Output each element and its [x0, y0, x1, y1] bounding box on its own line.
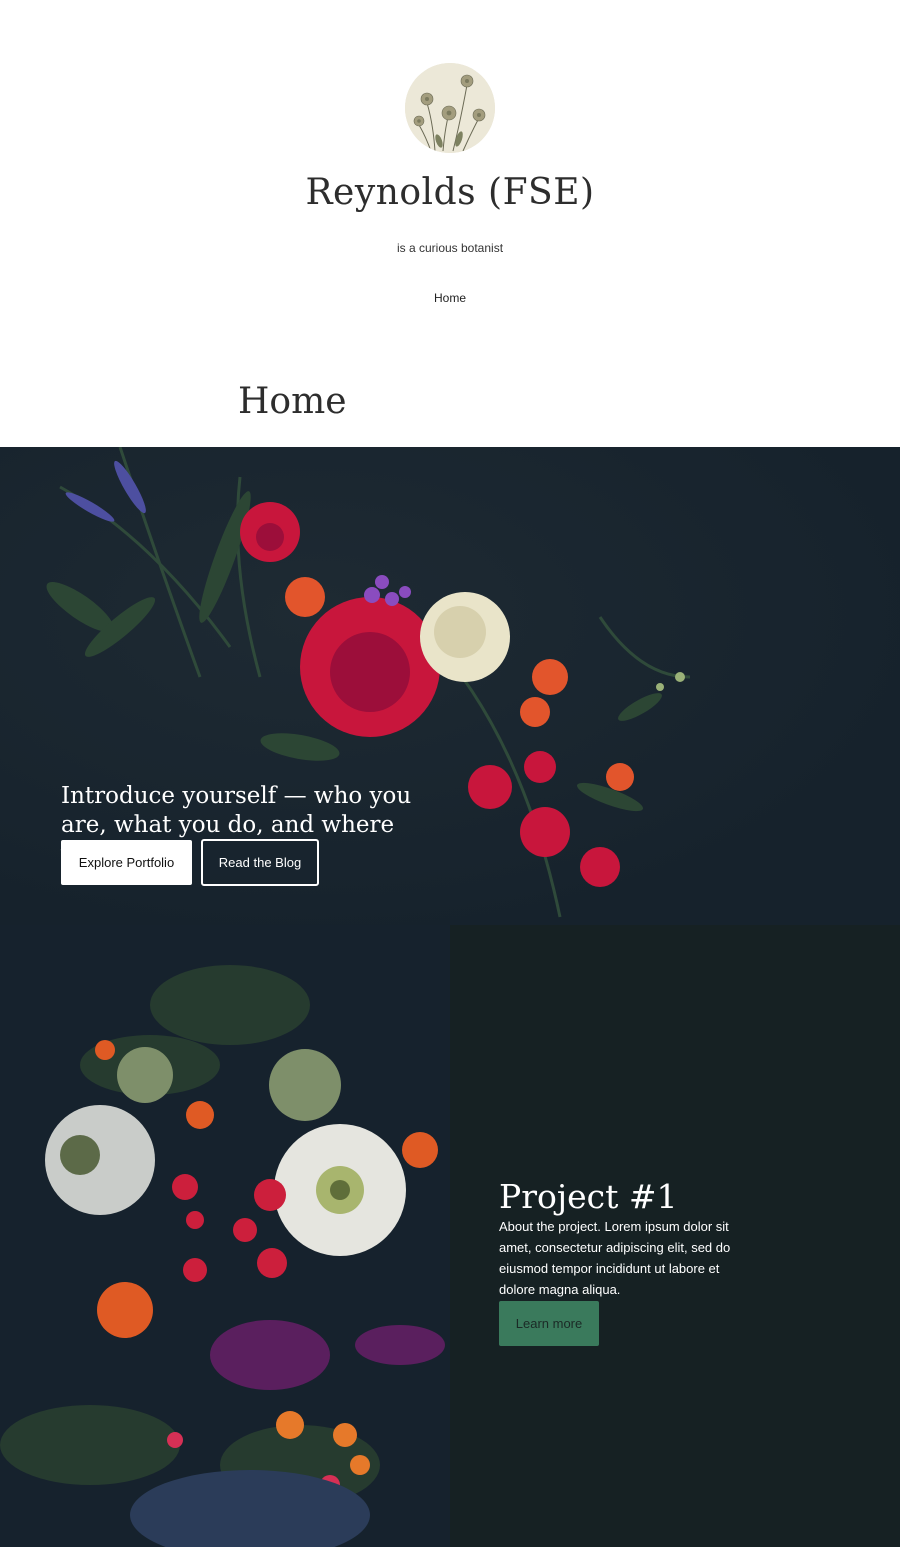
nav-item-home[interactable]: Home [420, 291, 480, 305]
site-header: Reynolds (FSE) is a curious botanist Hom… [0, 0, 900, 447]
project-description: About the project. Lorem ipsum dolor sit… [499, 1219, 731, 1297]
project-section: Project #1 About the project. Lorem ipsu… [0, 925, 900, 1547]
site-tagline: is a curious botanist [396, 241, 504, 255]
hero-cover: Introduce yourself — who you are, what y… [0, 447, 900, 925]
learn-more-button[interactable]: Learn more [499, 1301, 599, 1346]
explore-portfolio-button[interactable]: Explore Portfolio [61, 840, 192, 885]
page-title: Home [238, 381, 347, 422]
project-content-panel: Project #1 About the project. Lorem ipsu… [450, 925, 900, 1547]
flowers-sketch-logo-icon[interactable] [405, 63, 495, 153]
site-title[interactable]: Reynolds (FSE) [0, 172, 900, 213]
project-image [0, 925, 450, 1547]
read-blog-button[interactable]: Read the Blog [201, 839, 319, 886]
project-title: Project #1 [499, 1177, 678, 1216]
